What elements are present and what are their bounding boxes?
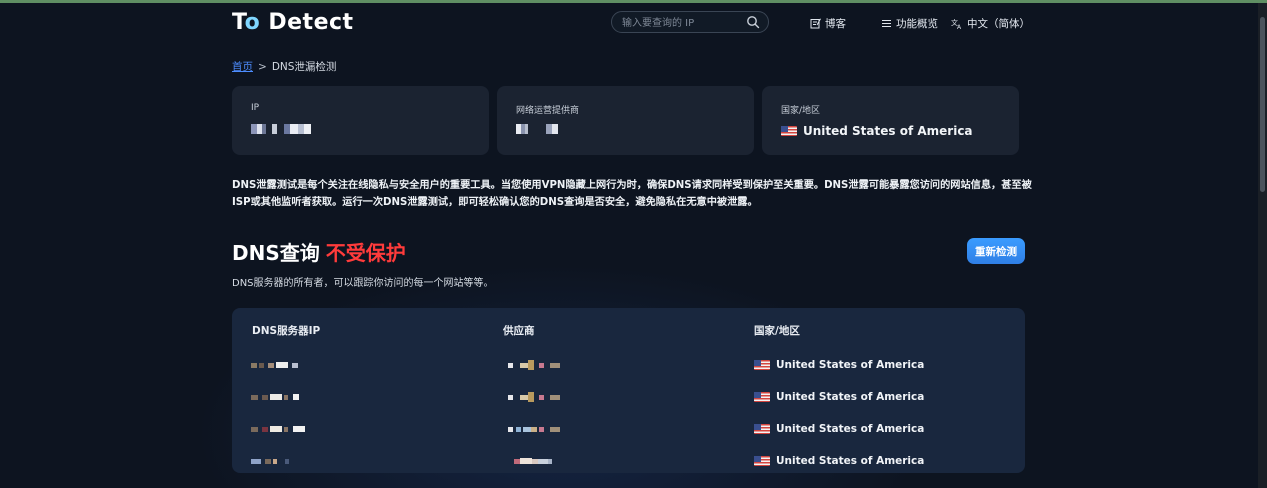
us-flag-icon (754, 360, 770, 370)
us-flag-icon (754, 456, 770, 466)
logo[interactable]: To Detect (232, 10, 354, 35)
dns-ip-masked (251, 419, 305, 439)
table-row: United States of America (232, 451, 1025, 471)
menu-icon (882, 20, 891, 27)
logo-text-rest: Detect (260, 10, 354, 35)
dns-status-label: DNS查询 (232, 241, 320, 265)
nav-features[interactable]: 功能概览 (881, 16, 938, 31)
table-country-cell: United States of America (754, 419, 924, 439)
breadcrumb-home-link[interactable]: 首页 (232, 61, 253, 73)
us-flag-icon (781, 126, 797, 136)
us-flag-icon (754, 392, 770, 402)
isp-card: 网络运营提供商 (497, 86, 754, 155)
provider-masked (508, 419, 560, 439)
nav-language-label: 中文（简体） (967, 18, 1030, 30)
table-country-cell: United States of America (754, 451, 924, 471)
country-card: 国家/地区 United States of America (762, 86, 1019, 155)
blog-icon (810, 18, 821, 29)
breadcrumb: 首页 > DNS泄漏检测 (232, 59, 336, 74)
logo-text: T (232, 10, 245, 35)
nav-blog[interactable]: 博客 (810, 16, 846, 31)
table-row: United States of America (232, 387, 1025, 407)
table-country-cell: United States of America (754, 387, 924, 407)
nav-language[interactable]: 文 A 中文（简体） (951, 16, 1030, 31)
dns-status-title: DNS查询 不受保护 (232, 237, 406, 266)
col-header-provider: 供应商 (503, 325, 535, 337)
ip-search-box[interactable] (611, 11, 769, 33)
us-flag-icon (754, 424, 770, 434)
isp-card-label: 网络运营提供商 (516, 106, 580, 116)
table-row: United States of America (232, 419, 1025, 439)
provider-masked (508, 355, 560, 375)
dns-ip-masked (251, 387, 299, 407)
ip-card-label: IP (251, 103, 260, 113)
ip-masked-value (251, 124, 311, 134)
dns-server-table: DNS服务器IP 供应商 国家/地区 United States of Amer… (232, 308, 1025, 473)
search-icon[interactable] (746, 15, 760, 29)
svg-text:A: A (957, 24, 962, 29)
table-country-text: United States of America (776, 391, 925, 403)
scrollbar[interactable] (1258, 3, 1267, 488)
dns-leak-description: DNS泄露测试是每个关注在线隐私与安全用户的重要工具。当您使用VPN隐藏上网行为… (232, 180, 1032, 208)
breadcrumb-current: DNS泄漏检测 (271, 61, 337, 73)
table-country-text: United States of America (776, 423, 925, 435)
ip-card: IP (232, 86, 489, 155)
ip-card-value (251, 124, 311, 134)
table-country-cell: United States of America (754, 355, 924, 375)
breadcrumb-separator: > (258, 61, 267, 73)
isp-card-value (516, 124, 558, 134)
table-country-text: United States of America (776, 359, 925, 371)
provider-masked (514, 451, 552, 471)
ip-search-input[interactable] (620, 14, 744, 32)
isp-masked-value (516, 124, 558, 134)
logo-accent: o (244, 10, 261, 35)
provider-masked (508, 387, 560, 407)
country-card-value: United States of America (781, 124, 973, 138)
dns-ip-masked (251, 355, 298, 375)
translate-icon: 文 A (951, 18, 962, 29)
country-card-label: 国家/地区 (781, 106, 821, 116)
col-header-country: 国家/地区 (754, 325, 800, 337)
dns-status-danger: 不受保护 (325, 241, 406, 265)
country-card-text: United States of America (803, 124, 973, 138)
recheck-button[interactable]: 重新检测 (967, 238, 1025, 264)
table-country-text: United States of America (776, 455, 925, 467)
nav-blog-label: 博客 (825, 18, 846, 30)
dns-ip-masked (251, 451, 289, 471)
dns-status-subtitle: DNS服务器的所有者，可以跟踪你访问的每一个网站等等。 (232, 278, 494, 289)
nav-features-label: 功能概览 (896, 18, 938, 30)
col-header-dns-ip: DNS服务器IP (252, 325, 321, 337)
table-row: United States of America (232, 355, 1025, 375)
scrollbar-thumb[interactable] (1260, 17, 1265, 192)
